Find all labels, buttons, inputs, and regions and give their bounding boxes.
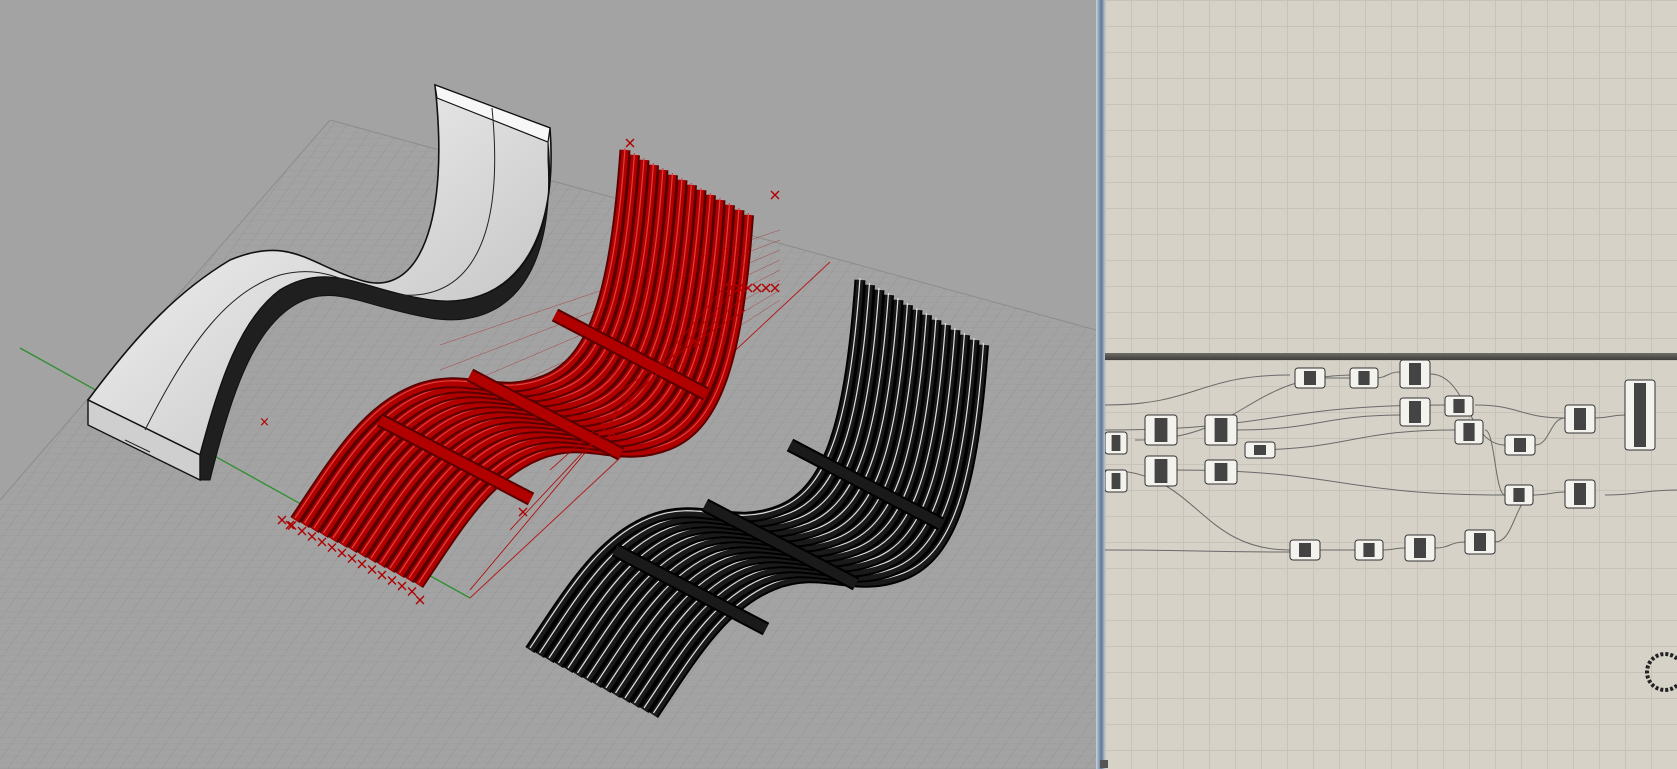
grasshopper-canvas-upper[interactable]	[1105, 0, 1677, 353]
component-body	[1474, 533, 1486, 551]
component-body	[1414, 538, 1426, 558]
component-body	[1154, 459, 1168, 483]
resize-grip[interactable]	[1100, 760, 1108, 768]
wire	[1105, 374, 1291, 406]
component-body	[1409, 401, 1421, 423]
wire	[1434, 541, 1466, 549]
component-body	[1214, 463, 1228, 481]
wire	[1534, 491, 1566, 496]
wire	[1105, 549, 1291, 553]
rhino-viewport[interactable]: ×	[0, 0, 1096, 769]
wire	[1594, 414, 1626, 419]
component-body	[1363, 543, 1375, 557]
point-marker: ×	[259, 415, 270, 430]
component-body	[1409, 363, 1421, 385]
wire	[1382, 547, 1406, 551]
component-body	[1453, 399, 1465, 413]
wire	[1105, 469, 1291, 551]
component-graph	[1105, 360, 1677, 692]
component-body	[1358, 371, 1370, 385]
canvas-separator[interactable]	[1105, 353, 1677, 360]
wire	[1234, 414, 1406, 431]
wire	[1534, 417, 1566, 446]
component-body	[1574, 483, 1586, 505]
wire	[1244, 429, 1456, 451]
component-body	[1574, 408, 1586, 430]
point-marker	[625, 138, 635, 148]
wire	[1604, 489, 1677, 496]
component-body	[1463, 423, 1475, 441]
wire	[1474, 404, 1566, 419]
component-body	[1111, 473, 1121, 489]
wire	[1374, 371, 1401, 379]
component-body	[1214, 418, 1228, 442]
component-body	[1299, 543, 1311, 557]
component-body	[1514, 438, 1526, 452]
component-body	[1154, 418, 1168, 442]
grasshopper-canvas[interactable]	[1105, 360, 1677, 769]
component-body	[1304, 371, 1316, 385]
point-marker	[770, 190, 780, 200]
panel-splitter[interactable]	[1096, 0, 1105, 769]
component-body	[1513, 488, 1525, 502]
wire	[1484, 429, 1506, 496]
component-body	[1254, 445, 1266, 455]
component-body	[1111, 435, 1121, 451]
viewport-scene: ×	[0, 83, 1096, 769]
component-body	[1634, 383, 1646, 447]
zoom-dial-icon	[1645, 652, 1677, 692]
